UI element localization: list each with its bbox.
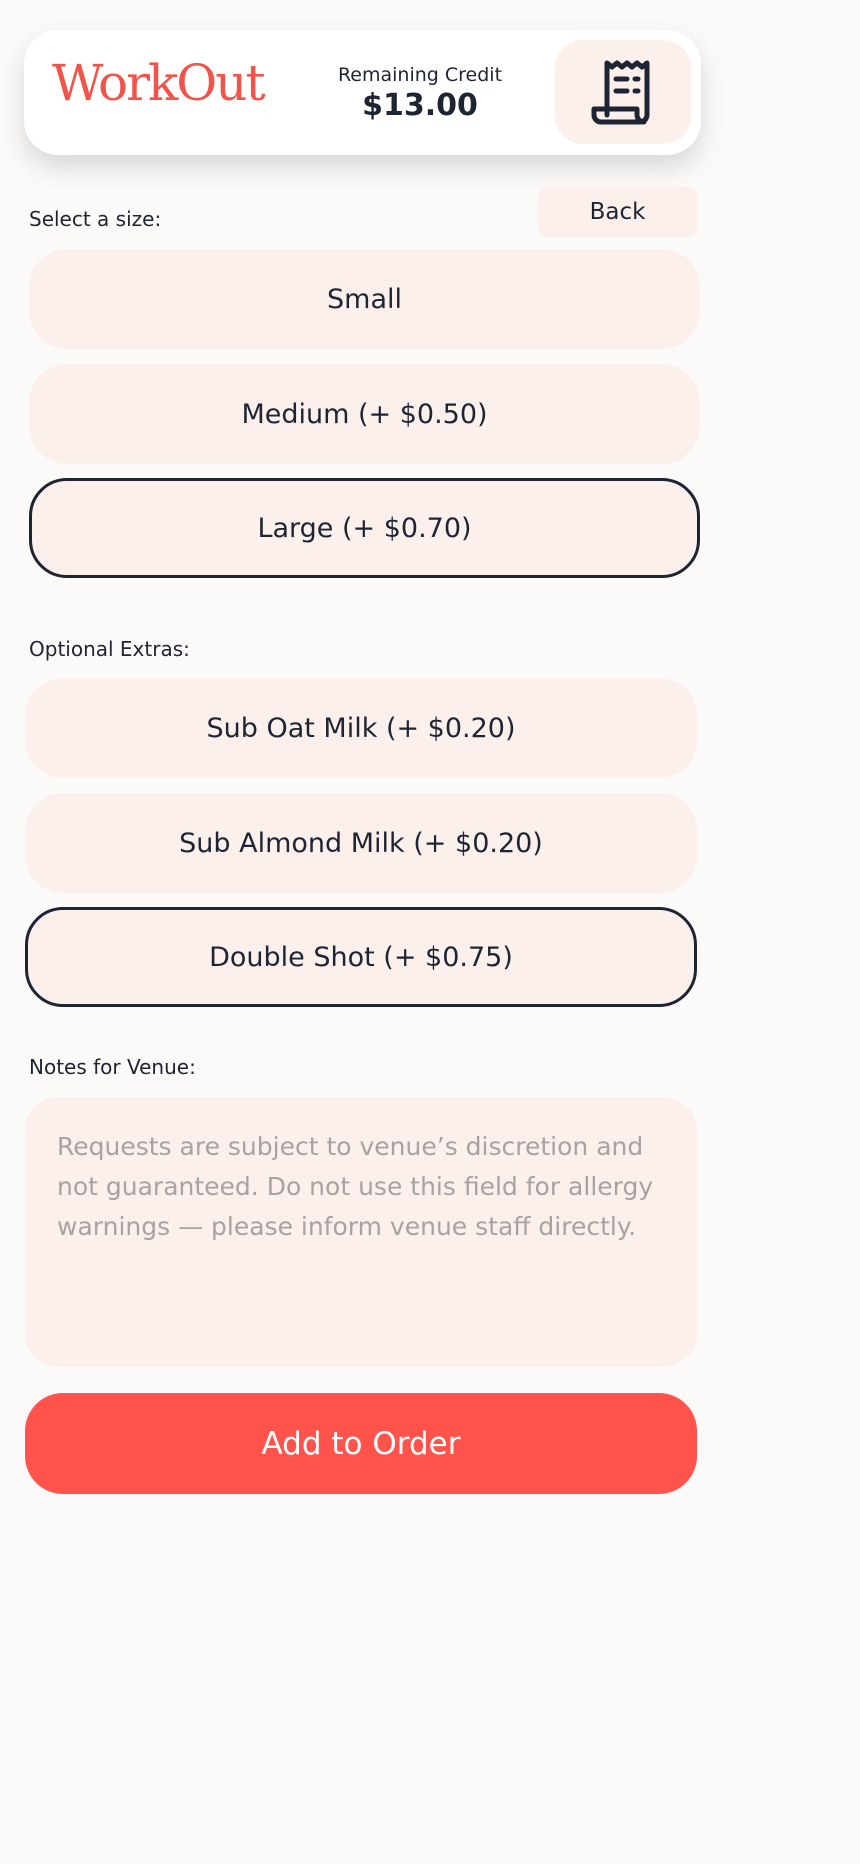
receipt-button[interactable] [555, 40, 691, 144]
add-to-order-button[interactable]: Add to Order [25, 1393, 697, 1494]
app-header: WorkOut Remaining Credit $13.00 [24, 30, 701, 155]
app-logo: WorkOut [52, 54, 266, 112]
extras-section-label: Optional Extras: [29, 637, 190, 661]
notes-section-label: Notes for Venue: [29, 1055, 196, 1079]
receipt-icon [591, 60, 650, 125]
notes-textarea[interactable] [25, 1097, 697, 1367]
remaining-credit: Remaining Credit $13.00 [332, 64, 508, 123]
back-button[interactable]: Back [538, 187, 697, 237]
size-section-label: Select a size: [29, 207, 162, 231]
size-option-small[interactable]: Small [29, 249, 700, 349]
credit-label: Remaining Credit [337, 64, 503, 86]
extra-option-double-shot[interactable]: Double Shot (+ $0.75) [25, 907, 697, 1007]
extra-option-oat-milk[interactable]: Sub Oat Milk (+ $0.20) [25, 678, 697, 778]
size-option-large[interactable]: Large (+ $0.70) [29, 478, 700, 578]
size-option-medium[interactable]: Medium (+ $0.50) [29, 364, 700, 464]
extra-option-almond-milk[interactable]: Sub Almond Milk (+ $0.20) [25, 793, 697, 893]
credit-value: $13.00 [362, 88, 478, 123]
